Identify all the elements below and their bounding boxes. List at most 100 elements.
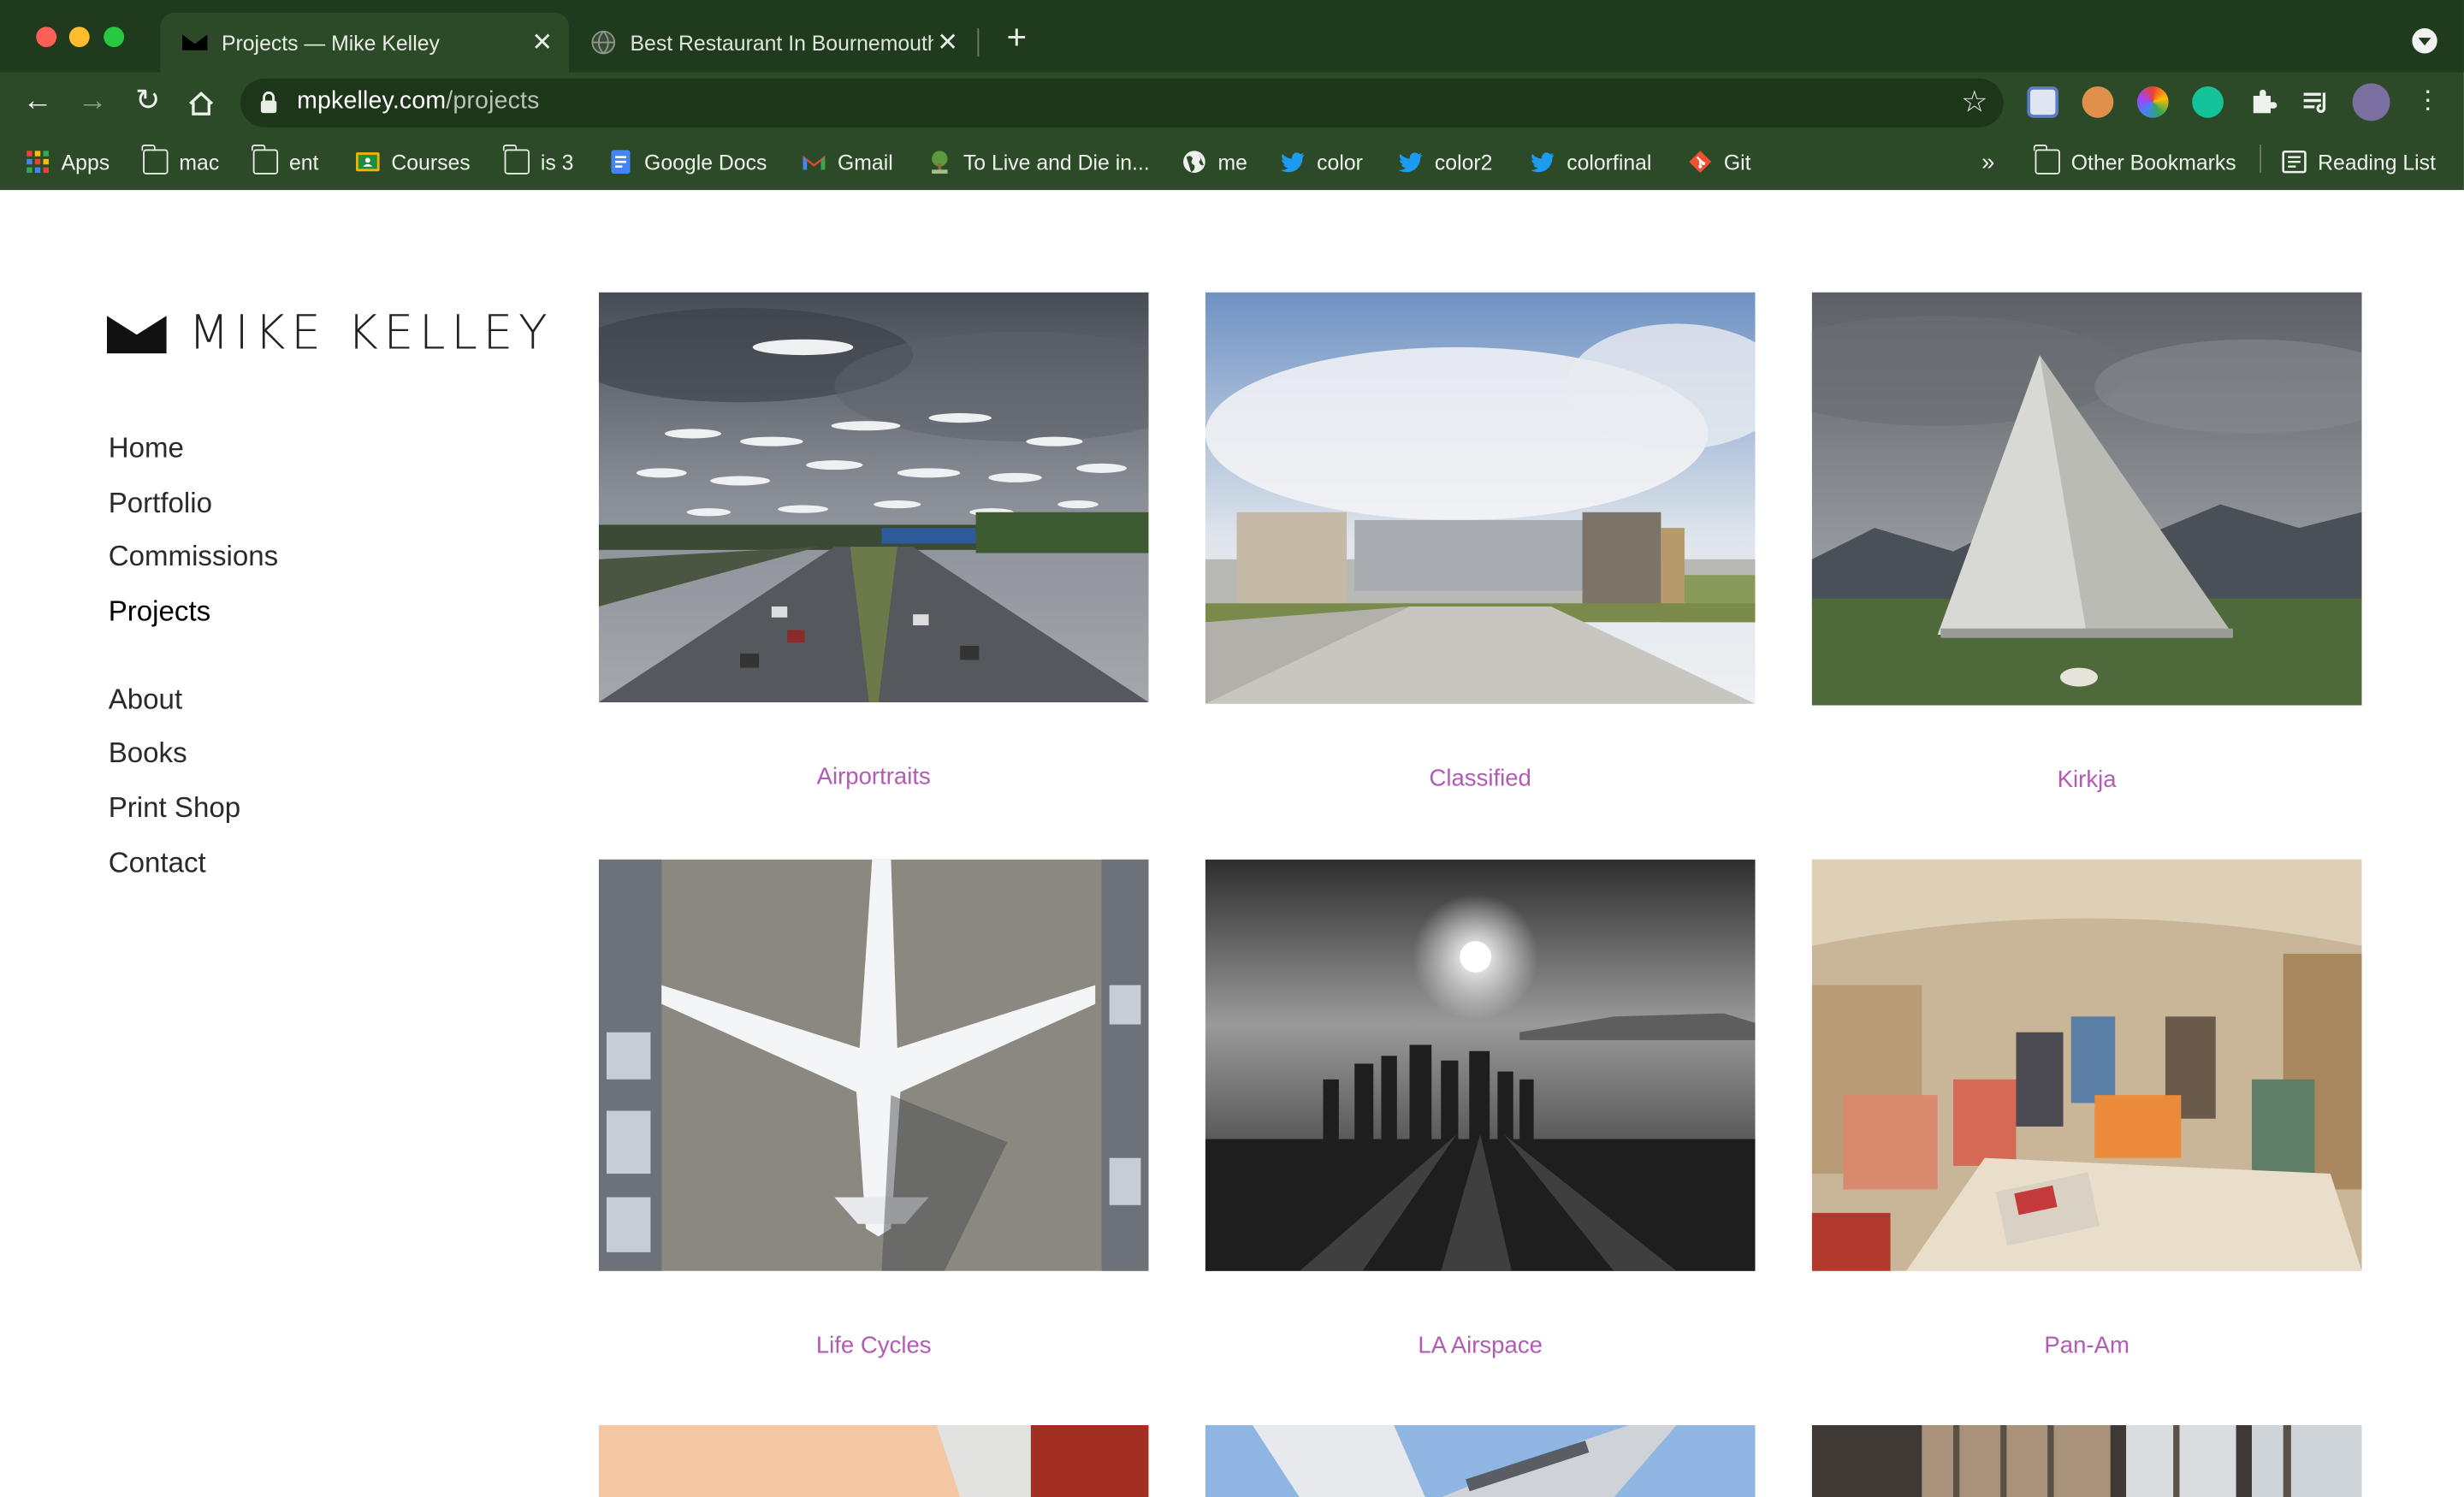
- nav-books[interactable]: Books: [109, 726, 278, 781]
- tree-icon: [932, 151, 948, 174]
- classroom-icon: [356, 152, 380, 172]
- extension-color-icon[interactable]: [2136, 86, 2169, 118]
- google-docs-icon: [611, 150, 631, 174]
- grammarly-icon[interactable]: [2192, 86, 2224, 118]
- project-thumbnail[interactable]: [1811, 1424, 2362, 1497]
- project-title[interactable]: Pan-Am: [1812, 1333, 2362, 1359]
- bookmark-color2[interactable]: color2: [1398, 143, 1492, 180]
- bookmark-ent[interactable]: ent: [252, 143, 318, 180]
- bookmark-mac[interactable]: mac: [142, 143, 220, 180]
- twitter-icon: [1398, 152, 1423, 173]
- bookmark-git[interactable]: Git: [1688, 143, 1751, 180]
- page-content: MIKE KELLEY Home Portfolio Commissions P…: [0, 190, 2464, 1497]
- nav-projects[interactable]: Projects: [109, 584, 278, 639]
- project-title[interactable]: Airportraits: [599, 764, 1149, 790]
- zoom-window-button[interactable]: [104, 27, 125, 48]
- bookmark-star-icon[interactable]: ☆: [1961, 85, 1987, 121]
- chrome-menu-icon[interactable]: ⋮: [2409, 85, 2447, 122]
- project-title[interactable]: Kirkja: [1812, 766, 2362, 793]
- extension-avatar-icon[interactable]: [2082, 86, 2114, 118]
- bookmarks-bar: Apps mac ent Courses is 3 Google Docs Gm…: [0, 135, 2464, 190]
- bookmark-label: Reading List: [2318, 150, 2436, 174]
- project-thumbnail[interactable]: [1205, 859, 1756, 1271]
- overflow-label: »: [1981, 148, 1995, 175]
- logo-text: MIKE KELLEY: [188, 306, 554, 362]
- bookmark-label: Other Bookmarks: [2070, 150, 2236, 174]
- bookmark-label: To Live and Die in...: [962, 150, 1150, 174]
- home-icon[interactable]: [182, 85, 220, 122]
- project-thumbnail[interactable]: [1811, 292, 2362, 706]
- bookmark-me[interactable]: me: [1182, 143, 1247, 180]
- apps-grid-icon: [27, 151, 49, 174]
- reading-list-button[interactable]: Reading List: [2282, 143, 2436, 180]
- gmail-icon: [803, 155, 826, 170]
- back-icon[interactable]: ←: [19, 85, 56, 122]
- tab-divider: [977, 28, 980, 57]
- tab-restaurant[interactable]: Best Restaurant In Bournemouth ✕: [575, 13, 974, 73]
- close-tab-icon[interactable]: ✕: [528, 27, 556, 58]
- url-host: mpkelley.com: [297, 87, 447, 115]
- nav-portfolio[interactable]: Portfolio: [109, 476, 278, 530]
- close-tab-icon[interactable]: ✕: [933, 27, 962, 58]
- nav-about[interactable]: About: [109, 672, 278, 727]
- site-logo[interactable]: MIKE KELLEY: [106, 306, 554, 362]
- folder-icon: [503, 144, 530, 175]
- nav-home[interactable]: Home: [109, 421, 278, 476]
- bookmark-label: is 3: [540, 150, 574, 174]
- project-thumbnail[interactable]: [1205, 1424, 1756, 1497]
- nav-contact[interactable]: Contact: [109, 836, 278, 891]
- bookmark-label: Google Docs: [644, 150, 767, 174]
- bookmark-label: Gmail: [837, 150, 893, 174]
- folder-icon: [2034, 144, 2060, 175]
- minimize-window-button[interactable]: [68, 27, 90, 48]
- bookmark-google-docs[interactable]: Google Docs: [608, 143, 767, 180]
- twitter-icon: [1280, 152, 1305, 173]
- browser-chrome: Projects — Mike Kelley ✕ Best Restaurant…: [0, 0, 2464, 191]
- globe-icon: [1183, 151, 1205, 174]
- globe-icon: [591, 30, 616, 55]
- extension-screen-icon[interactable]: [2027, 86, 2059, 118]
- site-navigation: Home Portfolio Commissions Projects Abou…: [109, 421, 278, 890]
- close-window-button[interactable]: [36, 27, 57, 48]
- twitter-icon: [1530, 152, 1555, 173]
- bookmark-gmail[interactable]: Gmail: [802, 143, 893, 180]
- media-controls-icon[interactable]: [2301, 86, 2332, 118]
- reload-icon[interactable]: ↻: [129, 85, 167, 122]
- bookmark-label: mac: [179, 150, 220, 174]
- url-path: /projects: [446, 87, 540, 115]
- project-title[interactable]: Life Cycles: [599, 1333, 1149, 1359]
- mike-kelley-favicon-icon: [182, 34, 208, 50]
- browser-toolbar: ← → ↻ mpkelley.com/projects ☆ ⋮: [0, 72, 2464, 134]
- project-thumbnail[interactable]: [1205, 292, 1756, 704]
- bookmark-apps[interactable]: Apps: [25, 143, 110, 180]
- project-thumbnail[interactable]: [598, 292, 1149, 703]
- tab-search-icon[interactable]: [2412, 28, 2437, 54]
- extensions-puzzle-icon[interactable]: [2247, 86, 2278, 118]
- bookmarks-overflow-button[interactable]: »: [1981, 143, 1994, 180]
- bookmark-courses[interactable]: Courses: [355, 143, 471, 180]
- tab-title: Projects — Mike Kelley: [221, 30, 440, 55]
- new-tab-button[interactable]: +: [999, 20, 1034, 56]
- bookmark-label: me: [1217, 150, 1247, 174]
- project-thumbnail[interactable]: [1811, 859, 2362, 1271]
- url-text: mpkelley.com/projects: [297, 88, 539, 116]
- forward-icon[interactable]: →: [74, 85, 111, 122]
- nav-commissions[interactable]: Commissions: [109, 530, 278, 585]
- folder-icon: [252, 144, 279, 175]
- bookmark-other-bookmarks[interactable]: Other Bookmarks: [2034, 143, 2236, 180]
- bookmark-colorfinal[interactable]: colorfinal: [1530, 143, 1651, 180]
- profile-avatar[interactable]: [2352, 83, 2390, 121]
- bookmark-label: Git: [1723, 150, 1751, 174]
- address-bar[interactable]: mpkelley.com/projects ☆: [240, 78, 2004, 127]
- bookmark-to-live-and-die[interactable]: To Live and Die in...: [927, 143, 1150, 180]
- project-title[interactable]: LA Airspace: [1205, 1333, 1756, 1359]
- bookmark-is3[interactable]: is 3: [503, 143, 574, 180]
- project-thumbnail[interactable]: [598, 1424, 1149, 1497]
- logo-crown-icon: [106, 315, 167, 353]
- project-thumbnail[interactable]: [598, 859, 1149, 1271]
- project-title[interactable]: Classified: [1205, 765, 1756, 791]
- bookmark-color[interactable]: color: [1280, 143, 1363, 180]
- bookmark-label: color: [1317, 150, 1363, 174]
- tab-projects[interactable]: Projects — Mike Kelley ✕: [160, 12, 569, 73]
- nav-print-shop[interactable]: Print Shop: [109, 781, 278, 836]
